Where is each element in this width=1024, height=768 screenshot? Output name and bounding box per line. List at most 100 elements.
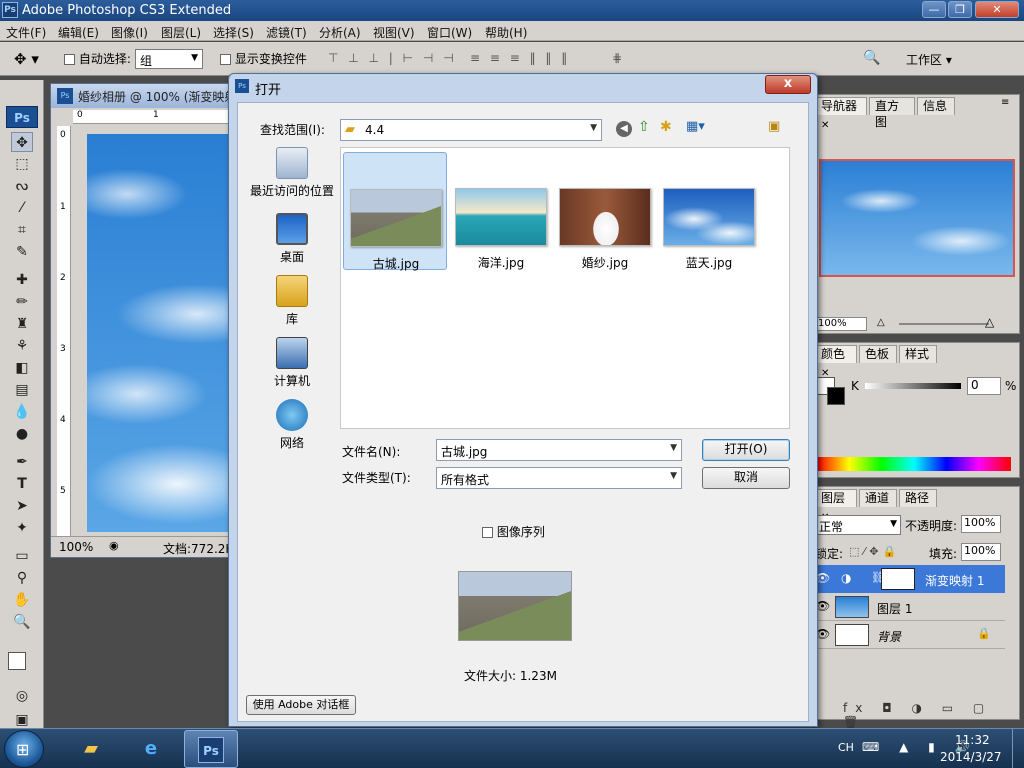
move-tool-icon[interactable]: ✥ ▾ [14,50,39,68]
eraser-tool-icon[interactable]: ◧ [11,358,33,378]
menu-edit[interactable]: 编辑(E) [58,24,99,41]
eyedropper-tool-icon[interactable]: ⚲ [11,568,33,588]
tab-paths[interactable]: 路径 [899,489,937,507]
foreground-color-swatch[interactable] [8,652,26,670]
blur-tool-icon[interactable]: 💧 [11,402,33,422]
brush-tool-icon[interactable]: ✏ [11,292,33,312]
marquee-tool-icon[interactable]: ⬚ [11,154,33,174]
file-item[interactable]: 婚纱.jpg [553,152,657,270]
healing-brush-icon[interactable]: ✚ [11,270,33,290]
layer-row[interactable]: 👁 ◑ ⛓ 渐变映射 1 [813,565,1005,593]
tab-layers[interactable]: 图层 ✕ [815,489,857,523]
clock-time[interactable]: 11:32 [955,733,990,747]
dialog-close-button[interactable]: x [765,75,811,94]
show-desktop-button[interactable] [1012,729,1024,768]
history-brush-icon[interactable]: ⚘ [11,336,33,356]
lock-icons[interactable]: ⬚⁄✥🔒 [849,545,900,558]
lasso-tool-icon[interactable]: ᔓ [11,176,33,196]
layer-row[interactable]: 👁 背景 🔒 [813,621,1005,649]
menu-analysis[interactable]: 分析(A) [319,24,361,41]
minimize-button[interactable]: — [922,1,946,18]
image-sequence-option[interactable]: 图像序列 [482,523,545,540]
fill-field[interactable]: 100% [961,543,1001,561]
path-select-icon[interactable]: ➤ [11,496,33,516]
use-adobe-dialog-button[interactable]: 使用 Adobe 对话框 [246,695,356,715]
place-recent[interactable]: 最近访问的位置 [246,147,338,199]
place-network[interactable]: 网络 [246,399,338,451]
menu-layer[interactable]: 图层(L) [161,24,201,41]
menu-view[interactable]: 视图(V) [373,24,415,41]
tab-styles[interactable]: 样式 [899,345,937,363]
hand-tool-icon[interactable]: ✋ [11,590,33,610]
menu-filter[interactable]: 滤镜(T) [266,24,307,41]
language-indicator[interactable]: CH [838,741,854,754]
color-spectrum-bar[interactable] [817,457,1011,471]
tab-channels[interactable]: 通道 [859,489,897,507]
magic-wand-tool-icon[interactable]: ⁄ [11,198,33,218]
document-title-bar[interactable]: Ps 婚纱相册 @ 100% (渐变映射 [51,84,236,108]
tab-info[interactable]: 信息 [917,97,955,115]
dialog-title-bar[interactable]: Ps 打开 x [229,74,817,100]
color-background-swatch[interactable] [827,387,845,405]
open-button[interactable]: 打开(O) [702,439,790,461]
menu-file[interactable]: 文件(F) [6,24,46,41]
menu-select[interactable]: 选择(S) [213,24,254,41]
clock-date[interactable]: 2014/3/27 [940,750,1002,764]
bridge-folder-icon[interactable]: ▣ [768,119,780,134]
type-tool-icon[interactable]: T [11,474,33,494]
menu-window[interactable]: 窗口(W) [427,24,472,41]
view-menu-icon[interactable]: ▦▾ [686,119,705,134]
taskbar-explorer[interactable]: ▰ [64,730,118,768]
zoom-out-icon[interactable]: △ [877,317,885,328]
file-item[interactable]: 古城.jpg [343,152,447,271]
align-buttons-icon[interactable]: ⊤ ⊥ ⊥ | ⊢ ⊣ ⊣ [328,51,457,65]
shape-tool-icon[interactable]: ✦ [11,518,33,538]
filename-input[interactable]: 古城.jpg ▼ [436,439,682,461]
place-libraries[interactable]: 库 [246,275,338,327]
tab-navigator[interactable]: 导航器 ✕ [815,97,867,131]
auto-select-checkbox[interactable] [64,54,75,65]
file-item[interactable]: 蓝天.jpg [657,152,761,270]
navigator-preview[interactable] [819,159,1015,277]
workspace-menu[interactable]: 工作区 ▾ [906,51,952,68]
close-window-button[interactable]: ✕ [975,1,1019,18]
status-menu-icon[interactable]: ◉ [109,539,119,552]
distribute-buttons-icon[interactable]: ≡ ≡ ≡ ‖ ‖ ‖ [470,51,570,65]
k-value-field[interactable]: 0 [967,377,1001,395]
screen-mode-icon[interactable]: ▣ [11,710,33,730]
navigator-zoom-slider[interactable] [899,323,989,325]
auto-align-icon[interactable]: ⋕ [612,51,622,65]
look-in-dropdown[interactable]: ▰ 4.4 ▼ [340,119,602,141]
pen-tool-icon[interactable]: ✒ [11,452,33,472]
gradient-tool-icon[interactable]: ▤ [11,380,33,400]
opacity-field[interactable]: 100% [961,515,1001,533]
show-transform-checkbox[interactable] [220,54,231,65]
blend-mode-dropdown[interactable]: 正常 ▼ [815,515,901,535]
menu-help[interactable]: 帮助(H) [485,24,527,41]
filetype-dropdown[interactable]: 所有格式 ▼ [436,467,682,489]
image-sequence-checkbox[interactable] [482,527,493,538]
zoom-tool-icon[interactable]: 🔍 [11,612,33,632]
slice-tool-icon[interactable]: ✎ [11,242,33,262]
up-folder-icon[interactable]: ⇧ [638,119,650,135]
auto-select-dropdown[interactable]: 组 ▼ [135,49,203,69]
back-icon[interactable]: ◀ [616,121,632,137]
new-folder-icon[interactable]: ✱ [660,119,672,135]
canvas-sky-image[interactable] [87,134,235,532]
auto-select-option[interactable]: 自动选择: [64,50,131,67]
place-computer[interactable]: 计算机 [246,337,338,389]
tab-color[interactable]: 颜色 ✕ [815,345,857,379]
start-button[interactable]: ⊞ [4,730,44,768]
quick-mask-icon[interactable]: ◎ [11,686,33,706]
panel-menu-icon[interactable]: ≡ [1001,97,1009,108]
layer-row[interactable]: 👁 图层 1 [813,593,1005,621]
notes-tool-icon[interactable]: ▭ [11,546,33,566]
stamp-tool-icon[interactable]: ♜ [11,314,33,334]
dodge-tool-icon[interactable]: ● [11,424,33,444]
tab-histogram[interactable]: 直方图 [869,97,915,129]
zoom-level[interactable]: 100% [59,540,93,554]
navigator-zoom-field[interactable]: 100% [815,317,867,331]
tab-swatches[interactable]: 色板 [859,345,897,363]
zoom-in-icon[interactable]: △ [985,315,994,329]
bridge-icon[interactable]: 🔍 [863,50,880,66]
